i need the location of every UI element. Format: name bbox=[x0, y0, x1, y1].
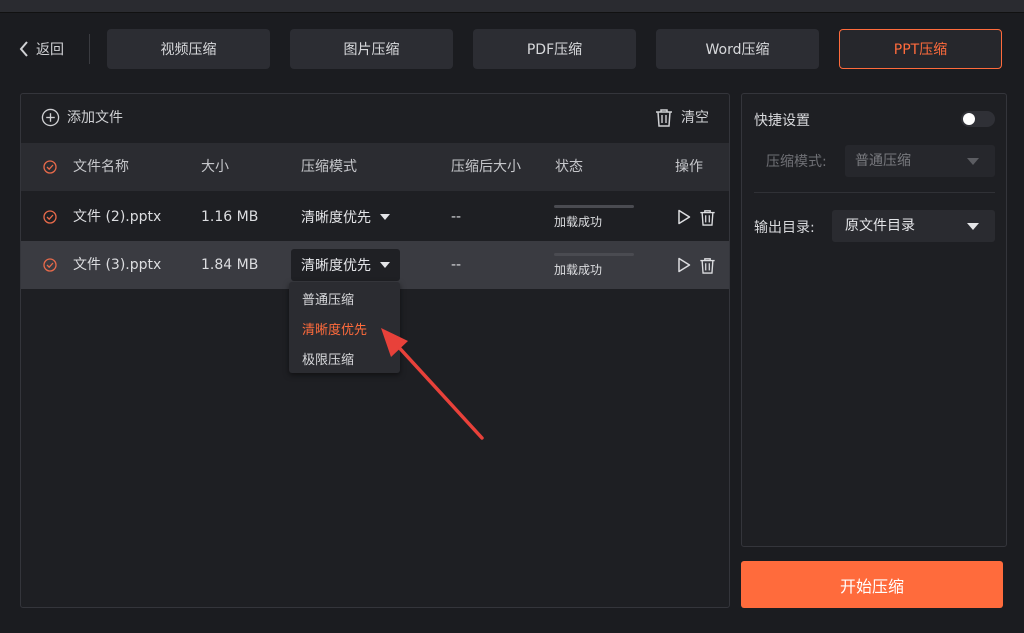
mode-value: 清晰度优先 bbox=[301, 258, 371, 274]
top-divider bbox=[0, 12, 1024, 13]
start-compress-button[interactable]: 开始压缩 bbox=[741, 561, 1003, 608]
row-checkbox[interactable] bbox=[43, 210, 57, 224]
output-dir-label: 输出目录: bbox=[754, 220, 815, 236]
chevron-left-icon bbox=[19, 41, 28, 57]
column-compressed-size: 压缩后大小 bbox=[451, 159, 521, 175]
status: 加载成功 bbox=[554, 205, 634, 230]
caret-down-icon bbox=[380, 262, 390, 268]
tab-ppt-compress[interactable]: PPT压缩 bbox=[839, 29, 1002, 69]
column-name: 文件名称 bbox=[73, 159, 129, 175]
add-file-button[interactable]: 添加文件 bbox=[41, 107, 123, 127]
back-button[interactable]: 返回 bbox=[18, 36, 64, 62]
settings-panel: 快捷设置 压缩模式: 普通压缩 输出目录: 原文件目录 bbox=[741, 93, 1007, 547]
tab-pdf-compress[interactable]: PDF压缩 bbox=[473, 29, 636, 69]
file-size: 1.84 MB bbox=[201, 257, 259, 273]
status-text: 加载成功 bbox=[554, 215, 603, 229]
plus-circle-icon bbox=[41, 108, 60, 126]
mode-select[interactable]: 清晰度优先 bbox=[291, 249, 400, 281]
dropdown-option-normal[interactable]: 普通压缩 bbox=[289, 286, 400, 316]
output-dir-select[interactable]: 原文件目录 bbox=[832, 210, 995, 242]
quick-mode-label: 压缩模式: bbox=[766, 154, 827, 170]
column-status: 状态 bbox=[555, 159, 583, 175]
clear-label: 清空 bbox=[681, 110, 709, 126]
dropdown-option-extreme[interactable]: 极限压缩 bbox=[289, 346, 400, 376]
back-label: 返回 bbox=[36, 42, 64, 58]
progress-bar bbox=[554, 205, 634, 208]
tab-image-compress[interactable]: 图片压缩 bbox=[290, 29, 453, 69]
mode-value: 清晰度优先 bbox=[301, 210, 371, 226]
caret-down-icon bbox=[967, 223, 979, 230]
delete-icon[interactable] bbox=[699, 209, 716, 226]
mode-dropdown-menu: 普通压缩 清晰度优先 极限压缩 bbox=[289, 282, 400, 373]
select-all-checkbox[interactable] bbox=[43, 160, 57, 174]
window-top-strip bbox=[0, 0, 1024, 12]
dropdown-option-clarity[interactable]: 清晰度优先 bbox=[289, 316, 400, 346]
trash-icon bbox=[656, 108, 672, 127]
output-dir-value: 原文件目录 bbox=[845, 218, 915, 234]
tab-video-compress[interactable]: 视频压缩 bbox=[107, 29, 270, 69]
compressed-size: -- bbox=[451, 257, 462, 273]
column-actions: 操作 bbox=[675, 159, 703, 175]
mode-select[interactable]: 清晰度优先 bbox=[291, 201, 400, 233]
header-divider bbox=[89, 34, 90, 64]
compressed-size: -- bbox=[451, 209, 462, 225]
quick-mode-select: 普通压缩 bbox=[845, 145, 995, 177]
play-icon[interactable] bbox=[677, 209, 691, 225]
clear-button[interactable]: 清空 bbox=[655, 107, 709, 127]
delete-icon[interactable] bbox=[699, 257, 716, 274]
play-icon[interactable] bbox=[677, 257, 691, 273]
quick-mode-value: 普通压缩 bbox=[855, 153, 911, 169]
quick-settings-title: 快捷设置 bbox=[754, 113, 810, 129]
caret-down-icon bbox=[967, 158, 979, 165]
settings-divider bbox=[754, 192, 995, 193]
column-size: 大小 bbox=[201, 159, 229, 175]
column-mode: 压缩模式 bbox=[301, 159, 357, 175]
status: 加载成功 bbox=[554, 253, 634, 278]
status-text: 加载成功 bbox=[554, 263, 603, 277]
add-file-label: 添加文件 bbox=[67, 110, 123, 126]
toggle-knob bbox=[963, 113, 975, 125]
file-name: 文件 (2).pptx bbox=[73, 209, 162, 225]
quick-settings-toggle[interactable] bbox=[961, 111, 995, 127]
row-checkbox[interactable] bbox=[43, 258, 57, 272]
file-name: 文件 (3).pptx bbox=[73, 257, 162, 273]
caret-down-icon bbox=[380, 214, 390, 220]
file-size: 1.16 MB bbox=[201, 209, 259, 225]
progress-bar bbox=[554, 253, 634, 256]
table-header: 文件名称 大小 压缩模式 压缩后大小 状态 操作 bbox=[21, 143, 729, 191]
table-row[interactable]: 文件 (2).pptx 1.16 MB 清晰度优先 -- 加载成功 bbox=[21, 193, 729, 241]
tab-word-compress[interactable]: Word压缩 bbox=[656, 29, 819, 69]
